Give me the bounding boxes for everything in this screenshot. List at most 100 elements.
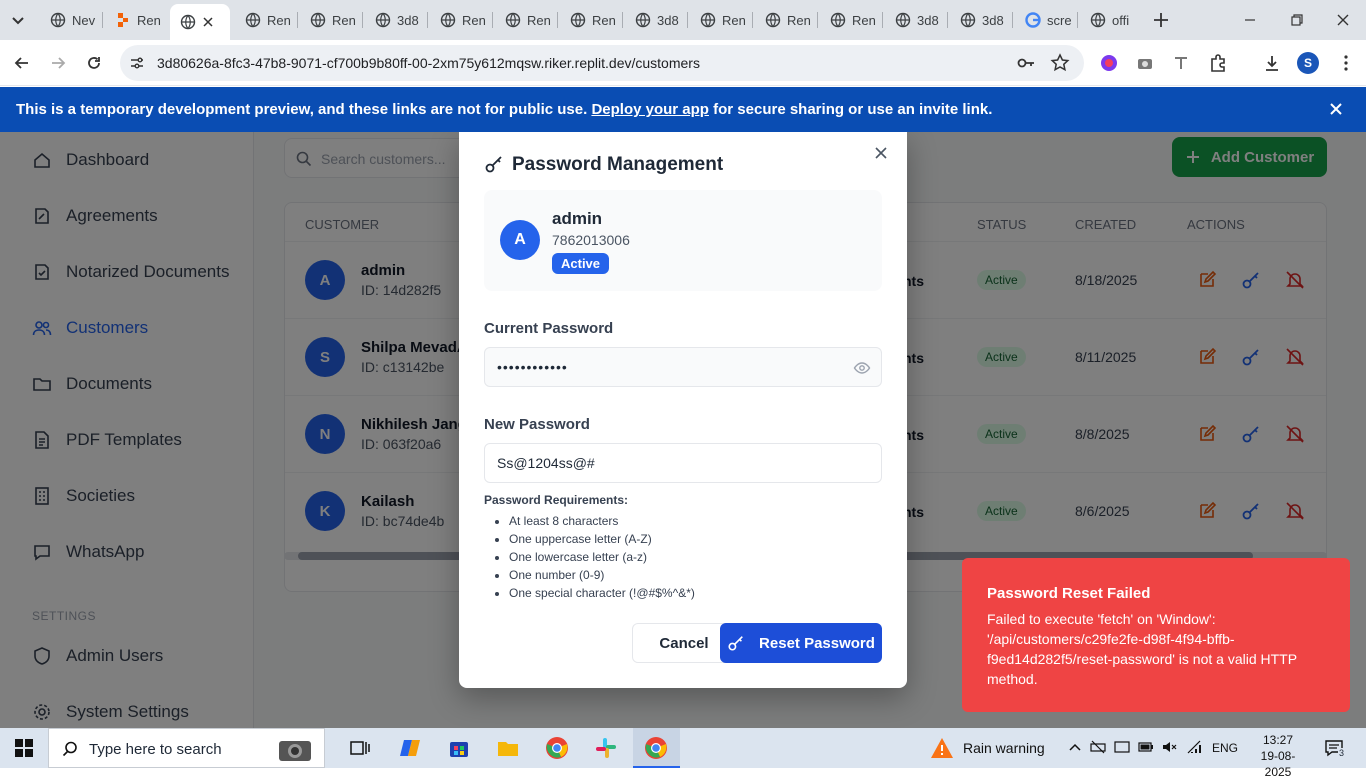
tab-separator	[102, 12, 103, 28]
windows-taskbar: Type here to search Rain warning ENG 13:…	[0, 728, 1366, 779]
task-view-button[interactable]	[348, 736, 372, 760]
chrome-button[interactable]	[545, 736, 569, 760]
browser-menu-button[interactable]	[1336, 53, 1356, 73]
tab-search-button[interactable]	[8, 10, 28, 30]
profile-avatar[interactable]: S	[1297, 52, 1319, 74]
browser-tab[interactable]: Ren	[560, 6, 618, 34]
address-bar[interactable]: 3d80626a-8fc3-47b8-9071-cf700b9b80ff-00-…	[120, 45, 1084, 81]
toast-message: Failed to execute 'fetch' on 'Window': '…	[987, 611, 1297, 687]
slack-button[interactable]	[594, 736, 618, 760]
taskbar-clock[interactable]: 13:27 19-08-2025	[1250, 732, 1306, 780]
globe-icon	[570, 12, 586, 28]
battery-icon	[1138, 742, 1153, 752]
current-password-value: ••••••••••••	[497, 359, 568, 375]
file-explorer-button[interactable]	[496, 736, 520, 760]
taskbar-search-box[interactable]: Type here to search	[48, 728, 325, 768]
new-tab-button[interactable]	[1151, 10, 1171, 30]
tab-title: Ren	[137, 12, 161, 28]
downloads-button[interactable]	[1262, 53, 1282, 73]
browser-tab[interactable]: 3d8	[365, 6, 423, 34]
toggle-password-visibility[interactable]	[853, 359, 871, 377]
browser-tab[interactable]: 3d8	[625, 6, 683, 34]
user-name: admin	[552, 209, 603, 228]
toast-title: Password Reset Failed	[987, 585, 1151, 602]
browser-tab[interactable]: scre	[1015, 6, 1073, 34]
chrome-active-button[interactable]	[633, 728, 680, 768]
globe-icon	[830, 12, 846, 28]
language-indicator[interactable]: ENG	[1212, 741, 1238, 755]
tab-title: 3d8	[982, 12, 1004, 28]
meet-now-icon[interactable]	[1114, 739, 1130, 755]
close-tab-button[interactable]	[202, 16, 214, 28]
extension-2[interactable]	[1136, 54, 1154, 72]
store-button[interactable]	[447, 736, 471, 760]
copilot-button[interactable]	[398, 736, 422, 760]
network-drive-icon[interactable]	[1090, 739, 1106, 755]
weather-widget[interactable]	[930, 737, 954, 759]
globe-icon	[700, 12, 716, 28]
close-window-button[interactable]	[1333, 10, 1353, 30]
tab-separator	[622, 12, 623, 28]
wifi-icon[interactable]	[1186, 739, 1202, 755]
back-button[interactable]	[12, 53, 32, 73]
reload-button[interactable]	[84, 53, 104, 73]
tune-icon	[131, 57, 143, 69]
extensions-button[interactable]	[1208, 53, 1228, 73]
extension-3[interactable]	[1172, 54, 1190, 72]
browser-tab[interactable]: 3d8	[950, 6, 1008, 34]
tab-title: Ren	[592, 12, 616, 28]
browser-tab[interactable]: Ren	[300, 6, 358, 34]
browser-tab[interactable]: Ren	[495, 6, 553, 34]
tab-title: Ren	[787, 12, 811, 28]
requirement-item: One special character (!@#$%^&*)	[509, 584, 695, 602]
error-toast[interactable]: Password Reset Failed Failed to execute …	[962, 558, 1350, 712]
browser-tab[interactable]: Nev	[40, 6, 98, 34]
notification-count: 3	[1338, 748, 1346, 758]
browser-tab[interactable]: Ren	[820, 6, 878, 34]
browser-tab[interactable]: Ren	[235, 6, 293, 34]
replit-icon	[118, 13, 128, 27]
password-key-button[interactable]	[1016, 53, 1036, 73]
show-hidden-icons-button[interactable]	[1068, 740, 1082, 754]
browser-tab[interactable]: offi	[1080, 6, 1138, 34]
browser-tab[interactable]	[170, 4, 230, 40]
google-icon	[1025, 12, 1041, 28]
battery-icon[interactable]	[1138, 739, 1154, 755]
drive-icon	[1090, 740, 1106, 754]
notification-center-button[interactable]: 3	[1324, 738, 1346, 758]
dialog-close-button[interactable]	[873, 145, 889, 161]
dialog-title: Password Management	[512, 154, 724, 175]
restore-icon	[1291, 14, 1303, 26]
new-password-field[interactable]: Ss@1204ss@#	[484, 443, 882, 483]
restore-button[interactable]	[1287, 10, 1307, 30]
banner-text-before: This is a temporary development preview,…	[16, 101, 592, 118]
browser-tab[interactable]: 3d8	[885, 6, 943, 34]
browser-tab[interactable]: Ren	[755, 6, 813, 34]
volume-icon[interactable]	[1161, 739, 1177, 755]
requirement-item: One lowercase letter (a-z)	[509, 548, 695, 566]
browser-tab[interactable]: Ren	[430, 6, 488, 34]
extension-1[interactable]	[1100, 54, 1118, 72]
bookmark-button[interactable]	[1050, 53, 1070, 73]
key-icon	[1017, 58, 1034, 68]
globe-icon	[245, 12, 261, 28]
minimize-button[interactable]	[1240, 10, 1260, 30]
site-info-button[interactable]	[128, 54, 146, 72]
browser-tab[interactable]: Ren	[105, 6, 163, 34]
tab-separator	[752, 12, 753, 28]
forward-button[interactable]	[48, 53, 68, 73]
requirement-item: One number (0-9)	[509, 566, 695, 584]
banner-close-button[interactable]	[1327, 100, 1345, 118]
password-requirements-title: Password Requirements:	[484, 493, 629, 507]
weather-text[interactable]: Rain warning	[963, 740, 1045, 756]
warning-icon	[931, 738, 953, 758]
close-icon	[1330, 103, 1342, 115]
deploy-app-link[interactable]: Deploy your app	[591, 101, 709, 118]
browser-tab[interactable]: Ren	[690, 6, 748, 34]
start-button[interactable]	[14, 738, 34, 758]
globe-icon	[375, 12, 391, 28]
new-password-label: New Password	[484, 416, 590, 433]
reset-password-button[interactable]: Reset Password	[720, 623, 882, 663]
chrome-icon	[546, 737, 568, 759]
current-password-field[interactable]: ••••••••••••	[484, 347, 882, 387]
